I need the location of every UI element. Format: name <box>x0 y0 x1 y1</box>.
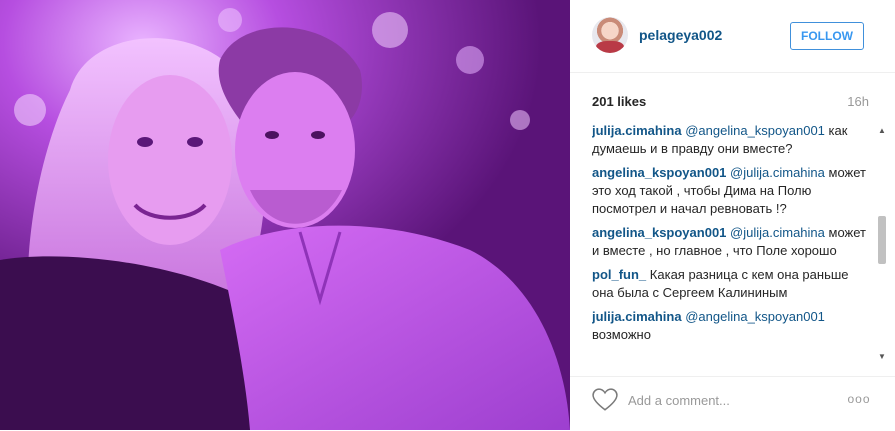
comment-mention[interactable]: @angelina_kspoyan001 <box>685 309 825 324</box>
scrollbar-track[interactable] <box>878 140 886 348</box>
comments-scrollbar[interactable]: ▲ ▼ <box>875 124 889 364</box>
scroll-down-arrow-icon[interactable]: ▼ <box>875 350 889 364</box>
comment-username[interactable]: julija.cimahina <box>592 309 682 324</box>
heart-icon[interactable] <box>592 388 618 412</box>
comment-item: julija.cimahina @angelina_kspoyan001 воз… <box>592 308 870 344</box>
comment-username[interactable]: julija.cimahina <box>592 123 682 138</box>
comment-username[interactable]: pol_fun_ <box>592 267 646 282</box>
post-time[interactable]: 16h <box>847 94 869 109</box>
post-header: pelageya002 FOLLOW <box>570 0 895 73</box>
comment-item: pol_fun_ Какая разница с кем она раньше … <box>592 266 870 302</box>
comment-item: angelina_kspoyan001 @julija.cimahina мож… <box>592 164 870 218</box>
more-options-icon[interactable]: ooo <box>846 389 872 409</box>
avatar[interactable] <box>592 17 628 53</box>
comment-item: julija.cimahina @angelina_kspoyan001 как… <box>592 122 870 158</box>
photo-illustration <box>0 0 570 430</box>
comment-mention[interactable]: @julija.cimahina <box>730 225 825 240</box>
comment-mention[interactable]: @julija.cimahina <box>730 165 825 180</box>
likes-count[interactable]: 201 likes <box>592 94 646 109</box>
post-stats: 201 likes 16h <box>592 94 869 114</box>
comment-text: возможно <box>592 327 651 342</box>
author-username[interactable]: pelageya002 <box>639 27 722 43</box>
comment-username[interactable]: angelina_kspoyan001 <box>592 165 726 180</box>
post-footer: ooo <box>570 376 895 431</box>
post-photo[interactable] <box>0 0 570 430</box>
comment-item: angelina_kspoyan001 @julija.cimahina мож… <box>592 224 870 260</box>
post-side-panel: pelageya002 FOLLOW 201 likes 16h julija.… <box>570 0 895 430</box>
scrollbar-thumb[interactable] <box>878 216 886 264</box>
comment-mention[interactable]: @angelina_kspoyan001 <box>685 123 825 138</box>
add-comment-input[interactable] <box>628 390 828 410</box>
follow-button[interactable]: FOLLOW <box>790 22 864 50</box>
comments-list[interactable]: julija.cimahina @angelina_kspoyan001 как… <box>592 122 870 372</box>
scroll-up-arrow-icon[interactable]: ▲ <box>875 124 889 138</box>
comment-username[interactable]: angelina_kspoyan001 <box>592 225 726 240</box>
